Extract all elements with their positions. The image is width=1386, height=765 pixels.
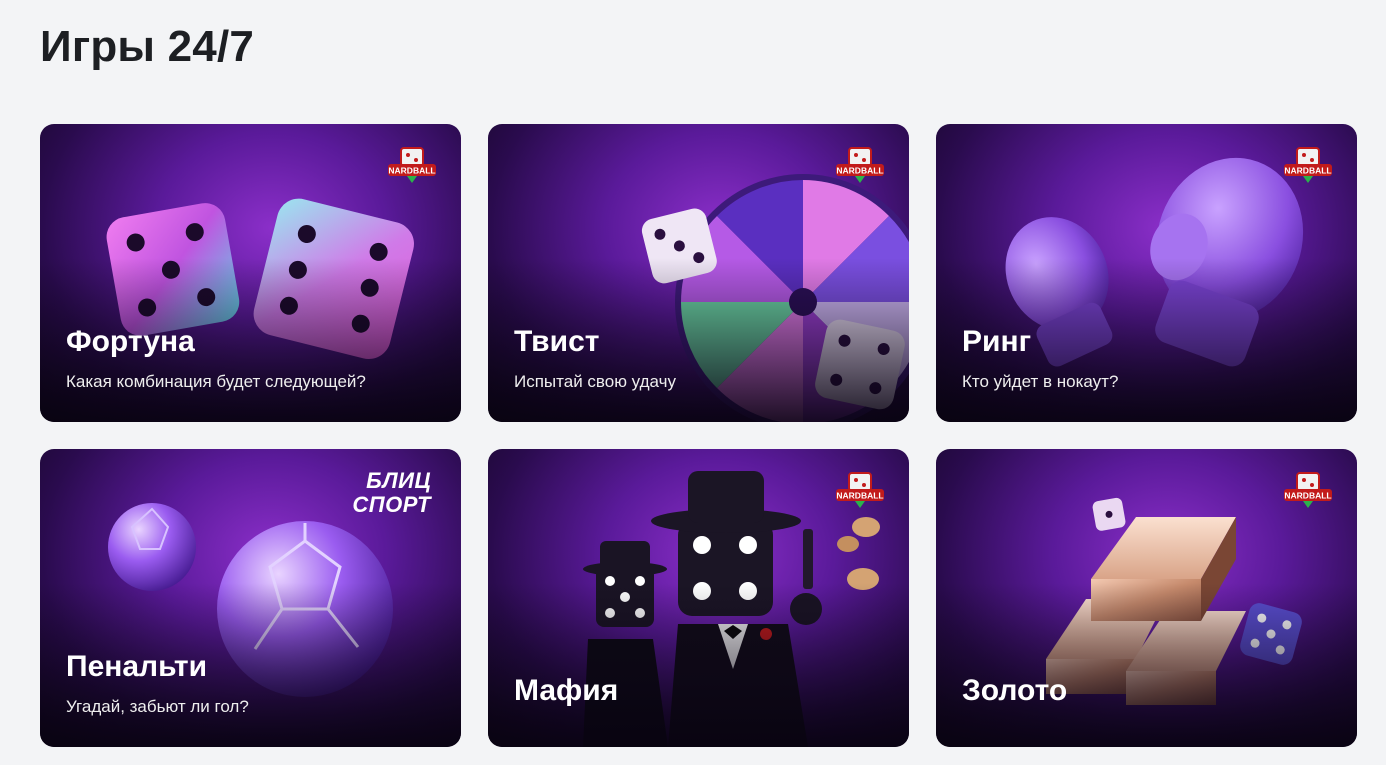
nardball-logo-text: NARDBALL (836, 491, 883, 501)
game-card-title: Ринг (962, 325, 1032, 358)
game-card-ring[interactable]: NARDBALL Ринг Кто уйдет в нокаут? (936, 124, 1357, 422)
games-page: Игры 24/7 NARDBALL Фортуна Какая комбина… (0, 0, 1386, 765)
games-grid: NARDBALL Фортуна Какая комбинация будет … (40, 124, 1357, 747)
nardball-logo-text: NARDBALL (1284, 166, 1331, 176)
game-card-subtitle: Какая комбинация будет следующей? (66, 372, 366, 391)
nardball-logo: NARDBALL (1284, 472, 1332, 508)
game-card-text: Ринг Кто уйдет в нокаут? (962, 325, 1118, 392)
blitz-logo-line2: СПОРТ (352, 492, 431, 517)
game-card-subtitle: Кто уйдет в нокаут? (962, 372, 1119, 391)
nardball-logo: NARDBALL (836, 147, 884, 183)
game-card-subtitle: Угадай, забьют ли гол? (66, 697, 249, 716)
game-card-text: Пенальти Угадай, забьют ли гол? (66, 650, 249, 717)
game-card-mafia[interactable]: NARDBALL Мафия (488, 449, 909, 747)
game-card-penalty[interactable]: БЛИЦ СПОРТ Пенальти Угадай, забьют ли го… (40, 449, 461, 747)
game-card-title: Фортуна (66, 325, 195, 358)
game-card-text: Мафия (514, 674, 618, 707)
game-card-gold[interactable]: NARDBALL Золото (936, 449, 1357, 747)
game-card-subtitle: Испытай свою удачу (514, 372, 676, 391)
page-title: Игры 24/7 (40, 22, 255, 71)
blitz-sport-logo: БЛИЦ СПОРТ (352, 469, 431, 517)
game-card-text: Твист Испытай свою удачу (514, 325, 676, 392)
nardball-logo: NARDBALL (1284, 147, 1332, 183)
nardball-logo-text: NARDBALL (1284, 491, 1331, 501)
nardball-logo: NARDBALL (836, 472, 884, 508)
game-card-title: Мафия (514, 674, 619, 707)
game-card-text: Фортуна Какая комбинация будет следующей… (66, 325, 366, 392)
game-card-fortuna[interactable]: NARDBALL Фортуна Какая комбинация будет … (40, 124, 461, 422)
game-card-title: Золото (962, 674, 1068, 707)
nardball-logo: NARDBALL (388, 147, 436, 183)
game-card-text: Золото (962, 674, 1067, 707)
blitz-logo-line1: БЛИЦ (366, 468, 431, 493)
game-card-title: Твист (514, 325, 600, 358)
game-card-title: Пенальти (66, 650, 208, 683)
game-card-twist[interactable]: NARDBALL Твист Испытай свою удачу (488, 124, 909, 422)
nardball-logo-text: NARDBALL (388, 166, 435, 176)
nardball-logo-text: NARDBALL (836, 166, 883, 176)
